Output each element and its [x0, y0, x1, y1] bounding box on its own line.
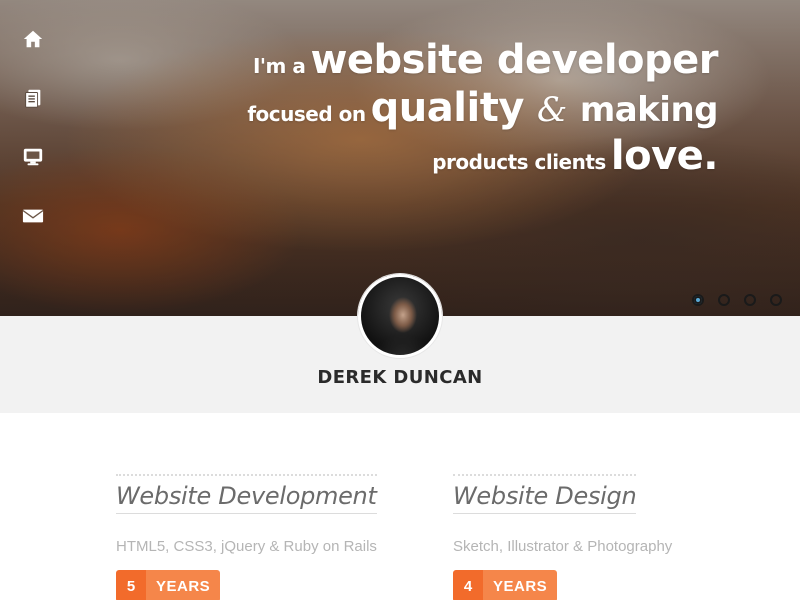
slider-dot-4[interactable] [770, 294, 782, 306]
slider-pagination [692, 294, 782, 306]
skill-card-development: Website Development HTML5, CSS3, jQuery … [116, 474, 386, 600]
nav-home[interactable] [22, 28, 46, 52]
tagline-emphasis: website developer [310, 37, 718, 83]
tagline-text: focused on [247, 102, 366, 126]
slider-dot-1[interactable] [692, 294, 704, 306]
mail-icon [22, 209, 44, 223]
slider-dot-2[interactable] [718, 294, 730, 306]
hero-banner: I'm a website developer focused on quali… [0, 0, 800, 316]
tagline-line-2: focused on quality & making [247, 88, 718, 128]
skill-heading: Website Development [116, 474, 377, 514]
skill-technologies: Sketch, Illustrator & Photography [453, 538, 673, 555]
tagline-line-1: I'm a website developer [247, 37, 719, 83]
nav-portfolio[interactable] [22, 146, 46, 170]
years-label: YEARS [483, 570, 558, 600]
years-badge: 4 YEARS [453, 570, 558, 600]
slider-dot-3[interactable] [744, 294, 756, 306]
home-icon [23, 30, 43, 48]
skill-heading: Website Design [453, 474, 637, 514]
profile-name: DEREK DUNCAN [317, 367, 483, 388]
years-badge: 5 YEARS [116, 570, 221, 600]
tagline-emphasis: quality [370, 85, 525, 131]
monitor-icon [23, 148, 43, 166]
tagline-emphasis: love. [610, 133, 719, 179]
years-count: 4 [453, 570, 483, 600]
skill-title: Website Design [453, 482, 637, 510]
tagline-line-3: products clients love. [247, 136, 718, 176]
nav-contact[interactable] [22, 205, 46, 229]
skill-technologies: HTML5, CSS3, jQuery & Ruby on Rails [116, 538, 377, 555]
documents-icon [25, 89, 41, 108]
hero-tagline: I'm a website developer focused on quali… [247, 40, 718, 176]
tagline-text: products clients [432, 150, 606, 174]
side-nav [22, 28, 48, 264]
tagline-text: I'm a [252, 54, 306, 78]
skill-title: Website Development [116, 482, 377, 510]
skill-card-design: Website Design Sketch, Illustrator & Pho… [453, 474, 693, 600]
tagline-ampersand: & [536, 90, 567, 130]
avatar [358, 274, 442, 358]
nav-documents[interactable] [22, 87, 46, 111]
tagline-emphasis: making [579, 90, 719, 130]
years-count: 5 [116, 570, 146, 600]
years-label: YEARS [146, 570, 221, 600]
